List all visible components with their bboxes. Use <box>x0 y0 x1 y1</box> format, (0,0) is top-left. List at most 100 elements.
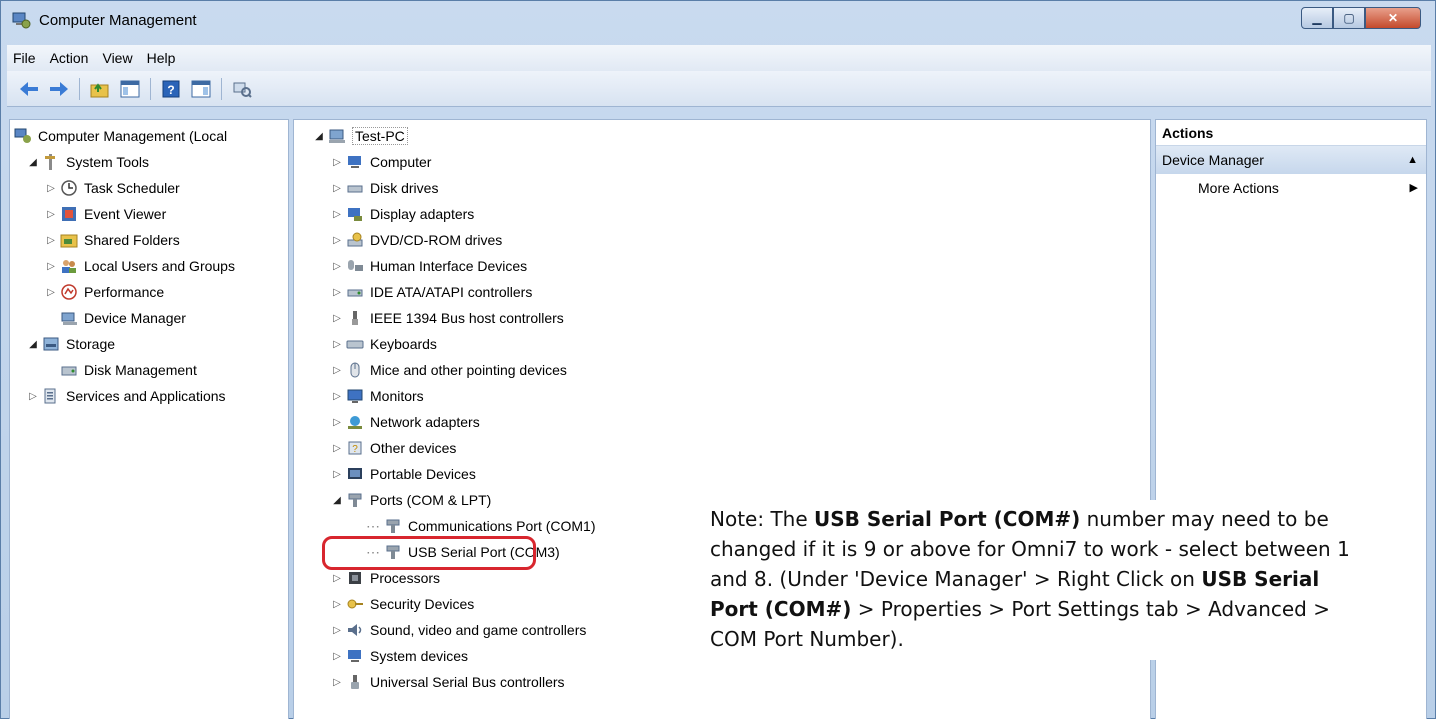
device-category-keyboards[interactable]: ▷ Keyboards <box>330 332 437 356</box>
device-category-computer[interactable]: ▷ Computer <box>330 150 431 174</box>
tree-item-performance[interactable]: ▷ Performance <box>44 280 164 304</box>
collapsed-arrow-icon[interactable]: ▷ <box>44 287 58 298</box>
tree-item-label: Disk Management <box>84 362 197 378</box>
collapsed-arrow-icon[interactable]: ▷ <box>44 261 58 272</box>
collapsed-arrow-icon[interactable]: ▷ <box>44 209 58 220</box>
title-bar[interactable]: Computer Management ▁ ▢ ✕ <box>1 1 1435 39</box>
device-category-ports[interactable]: ◢ Ports (COM & LPT) <box>330 488 491 512</box>
device-category-portable-devices[interactable]: ▷ Portable Devices <box>330 462 476 486</box>
device-tree-root[interactable]: ◢ Test-PC <box>312 124 408 148</box>
collapsed-arrow-icon[interactable]: ▷ <box>44 183 58 194</box>
tools-icon <box>45 154 55 170</box>
collapsed-arrow-icon[interactable]: ▷ <box>330 417 344 428</box>
device-category-usb-controllers[interactable]: ▷ Universal Serial Bus controllers <box>330 670 565 694</box>
expanded-arrow-icon[interactable]: ◢ <box>330 495 344 506</box>
collapsed-arrow-icon[interactable]: ▷ <box>330 287 344 298</box>
menu-file[interactable]: File <box>13 50 36 66</box>
folder-up-icon <box>90 82 109 97</box>
tree-item-system-tools[interactable]: ◢ System Tools <box>26 150 149 174</box>
tree-item-device-manager[interactable]: Device Manager <box>58 306 186 330</box>
device-category-other-devices[interactable]: ▷ ? Other devices <box>330 436 456 460</box>
tree-item-label: Device Manager <box>84 310 186 326</box>
device-category-security-devices[interactable]: ▷ Security Devices <box>330 592 474 616</box>
port-icon <box>386 519 400 533</box>
collapsed-arrow-icon[interactable]: ▷ <box>330 183 344 194</box>
help-button[interactable]: ? <box>159 77 183 101</box>
toolbar-separator <box>79 77 80 100</box>
tree-item-services-applications[interactable]: ▷ Services and Applications <box>26 384 225 408</box>
more-actions-item[interactable]: More Actions ▶ <box>1156 174 1426 202</box>
device-communications-port[interactable]: ⋯ Communications Port (COM1) <box>366 514 596 538</box>
device-category-label: Security Devices <box>370 596 475 612</box>
collapsed-arrow-icon[interactable]: ▷ <box>330 365 344 376</box>
close-button[interactable]: ✕ <box>1365 7 1421 29</box>
collapsed-arrow-icon[interactable]: ▷ <box>330 235 344 246</box>
collapsed-arrow-icon[interactable]: ▷ <box>330 209 344 220</box>
expanded-arrow-icon[interactable]: ◢ <box>312 131 326 142</box>
device-category-monitors[interactable]: ▷ Monitors <box>330 384 424 408</box>
collapsed-arrow-icon[interactable]: ▷ <box>330 339 344 350</box>
device-category-system-devices[interactable]: ▷ System devices <box>330 644 468 668</box>
expanded-arrow-icon[interactable]: ◢ <box>26 157 40 168</box>
actions-header: Actions <box>1156 120 1426 146</box>
scan-hardware-button[interactable] <box>230 77 254 101</box>
collapse-up-icon[interactable]: ▲ <box>1407 146 1418 174</box>
collapsed-arrow-icon[interactable]: ▷ <box>26 391 40 402</box>
device-category-hid[interactable]: ▷ Human Interface Devices <box>330 254 527 278</box>
disk-drive-icon <box>347 185 363 193</box>
device-category-label: Computer <box>370 154 432 170</box>
up-folder-button[interactable] <box>88 77 112 101</box>
tree-item-label: Shared Folders <box>84 232 180 248</box>
ide-controller-icon <box>347 289 363 297</box>
tree-item-computer-management[interactable]: Computer Management (Local <box>12 124 227 148</box>
collapsed-arrow-icon[interactable]: ▷ <box>44 235 58 246</box>
actions-group-device-manager[interactable]: Device Manager ▲ <box>1156 146 1426 174</box>
device-category-disk-drives[interactable]: ▷ Disk drives <box>330 176 438 200</box>
tree-item-shared-folders[interactable]: ▷ Shared Folders <box>44 228 180 252</box>
computer-management-icon <box>14 128 31 143</box>
console-tree-pane[interactable]: Computer Management (Local ◢ System Tool… <box>9 119 289 719</box>
collapsed-arrow-icon[interactable]: ▷ <box>330 443 344 454</box>
minimize-button[interactable]: ▁ <box>1301 7 1333 29</box>
show-hide-tree-button[interactable] <box>118 77 142 101</box>
forward-button[interactable] <box>47 77 71 101</box>
collapsed-arrow-icon[interactable]: ▷ <box>330 677 344 688</box>
tree-item-event-viewer[interactable]: ▷ Event Viewer <box>44 202 166 226</box>
expanded-arrow-icon[interactable]: ◢ <box>26 339 40 350</box>
menu-bar: File Action View Help <box>7 45 1431 71</box>
device-category-label: Keyboards <box>370 336 437 352</box>
performance-icon <box>61 284 77 300</box>
device-category-label: Universal Serial Bus controllers <box>370 674 565 690</box>
collapsed-arrow-icon[interactable]: ▷ <box>330 469 344 480</box>
menu-view[interactable]: View <box>102 50 132 66</box>
device-category-mice[interactable]: ▷ Mice and other pointing devices <box>330 358 567 382</box>
maximize-button[interactable]: ▢ <box>1333 7 1365 29</box>
device-category-sound-video[interactable]: ▷ Sound, video and game controllers <box>330 618 586 642</box>
collapsed-arrow-icon[interactable]: ▷ <box>330 261 344 272</box>
menu-action[interactable]: Action <box>50 50 89 66</box>
collapsed-arrow-icon[interactable]: ▷ <box>330 313 344 324</box>
collapsed-arrow-icon[interactable]: ▷ <box>330 391 344 402</box>
collapsed-arrow-icon[interactable]: ▷ <box>330 625 344 636</box>
device-category-network-adapters[interactable]: ▷ Network adapters <box>330 410 480 434</box>
device-category-display-adapters[interactable]: ▷ Display adapters <box>330 202 474 226</box>
show-action-pane-button[interactable] <box>189 77 213 101</box>
tree-item-disk-management[interactable]: Disk Management <box>58 358 197 382</box>
tree-item-local-users-groups[interactable]: ▷ Local Users and Groups <box>44 254 235 278</box>
collapsed-arrow-icon[interactable]: ▷ <box>330 599 344 610</box>
device-category-ide-ata[interactable]: ▷ IDE ATA/ATAPI controllers <box>330 280 532 304</box>
collapsed-arrow-icon[interactable]: ▷ <box>330 651 344 662</box>
tree-item-label: Performance <box>84 284 165 300</box>
processor-icon <box>349 572 361 584</box>
back-button[interactable] <box>17 77 41 101</box>
tree-item-storage[interactable]: ◢ Storage <box>26 332 115 356</box>
device-category-label: Other devices <box>370 440 457 456</box>
collapsed-arrow-icon[interactable]: ▷ <box>330 573 344 584</box>
device-category-ieee1394[interactable]: ▷ IEEE 1394 Bus host controllers <box>330 306 564 330</box>
tree-item-task-scheduler[interactable]: ▷ Task Scheduler <box>44 176 180 200</box>
shared-folders-icon <box>60 234 78 248</box>
menu-help[interactable]: Help <box>147 50 176 66</box>
usb-serial-port-highlight <box>322 536 536 570</box>
device-category-dvd-cdrom[interactable]: ▷ DVD/CD-ROM drives <box>330 228 502 252</box>
collapsed-arrow-icon[interactable]: ▷ <box>330 157 344 168</box>
